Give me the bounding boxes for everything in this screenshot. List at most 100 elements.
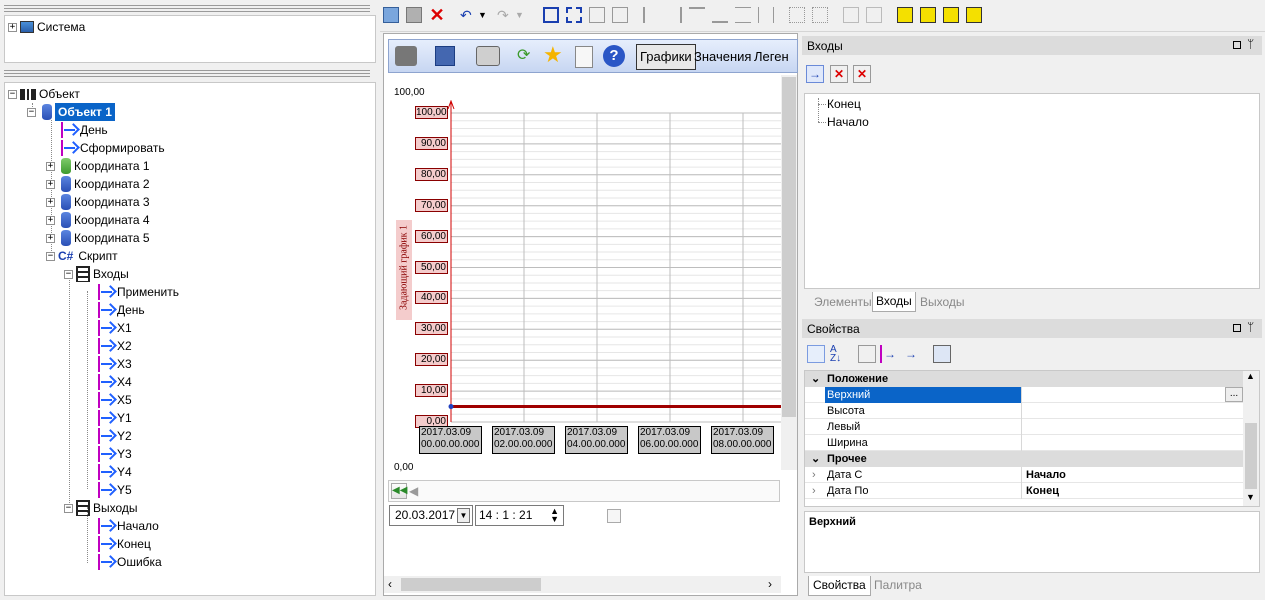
vertical-scrollbar[interactable] <box>781 75 797 470</box>
tab-graphs[interactable]: Графики <box>636 44 696 70</box>
refresh-icon[interactable]: ⟳ <box>517 48 531 64</box>
property-category[interactable]: ⌄ Положение <box>805 371 1243 387</box>
distribute-icon[interactable] <box>812 7 828 23</box>
time-input[interactable]: 14 : 1 : 21 ▲ ▼ <box>475 505 564 526</box>
tree-node-object[interactable]: − Объект <box>8 85 80 103</box>
expand-icon[interactable]: + <box>8 22 17 32</box>
property-row[interactable]: › Дата По Конец <box>805 483 1243 499</box>
vertical-scrollbar[interactable]: ▲ ▼ <box>1243 371 1259 506</box>
align-right-icon[interactable] <box>666 7 682 23</box>
spacing-icon[interactable] <box>843 7 859 23</box>
delete-icon[interactable]: ✕ <box>830 65 848 83</box>
align-top-icon[interactable] <box>689 7 705 23</box>
expand-icon[interactable]: + <box>46 197 55 207</box>
property-row[interactable]: Ширина <box>805 435 1243 451</box>
align-bottom-icon[interactable] <box>712 7 728 23</box>
property-row[interactable]: Левый <box>805 419 1243 435</box>
panel-grip[interactable] <box>4 5 370 13</box>
tree-node-coordinate[interactable]: + Координата 1 <box>46 157 150 175</box>
rewind-button[interactable]: ◀◀ <box>391 483 407 499</box>
redo-icon[interactable]: ↷ <box>497 7 513 23</box>
tree-node-object-1[interactable]: − Объект 1 <box>27 103 115 121</box>
bring-forward-icon[interactable] <box>943 7 959 23</box>
chevron-down-icon[interactable]: ▼ <box>457 508 470 523</box>
tree-node-input[interactable]: Y2 <box>98 427 132 445</box>
tree-node-input[interactable]: Y5 <box>98 481 132 499</box>
undo-icon[interactable]: ↶ <box>460 7 476 23</box>
tree-node-input[interactable]: Y3 <box>98 445 132 463</box>
property-value[interactable] <box>1023 387 1243 403</box>
restore-icon[interactable] <box>1233 324 1241 332</box>
sort-az-icon[interactable]: A Z↓ <box>830 345 848 364</box>
tree-node-output[interactable]: Ошибка <box>98 553 162 571</box>
tree-node-script[interactable]: − C# Скрипт <box>46 247 118 265</box>
star-icon[interactable]: ★ <box>543 44 565 66</box>
tree-node-input[interactable]: День <box>61 121 108 139</box>
spacing-icon[interactable] <box>866 7 882 23</box>
expand-icon[interactable]: + <box>46 179 55 189</box>
delete-icon[interactable]: ✕ <box>429 6 445 24</box>
chevron-right-icon[interactable]: › <box>812 467 816 483</box>
expand-icon[interactable]: + <box>46 161 55 171</box>
tree-node-input[interactable]: X1 <box>98 319 132 337</box>
properties-icon[interactable] <box>858 345 876 363</box>
send-backward-icon[interactable] <box>966 7 982 23</box>
help-icon[interactable]: ? <box>603 45 625 67</box>
tree-node-coordinate[interactable]: + Координата 5 <box>46 229 150 247</box>
list-item[interactable]: Конец <box>827 97 861 111</box>
export-icon[interactable] <box>575 46 593 68</box>
chevron-down-icon[interactable]: ▼ <box>1246 492 1255 502</box>
tree-node-input[interactable]: X3 <box>98 355 132 373</box>
align-middle-icon[interactable] <box>758 7 774 23</box>
chevron-left-icon[interactable]: ‹ <box>388 577 392 591</box>
horizontal-scrollbar[interactable]: ‹ › <box>384 576 781 593</box>
tree-node-input[interactable]: X4 <box>98 373 132 391</box>
tree-node-output[interactable]: Конец <box>98 535 151 553</box>
property-value[interactable] <box>1023 435 1243 451</box>
camera-icon[interactable] <box>395 46 417 66</box>
align-group-icon[interactable] <box>612 7 628 23</box>
tab-outputs[interactable]: Выходы <box>920 295 965 309</box>
tab-legend[interactable]: Леген <box>754 45 798 69</box>
bring-front-icon[interactable] <box>897 7 913 23</box>
chevron-right-icon[interactable]: › <box>812 483 816 499</box>
tab-properties[interactable]: Свойства <box>808 576 871 596</box>
collapse-icon[interactable]: − <box>27 107 36 117</box>
collapse-icon[interactable]: − <box>8 89 17 99</box>
collapse-icon[interactable]: − <box>64 269 73 279</box>
chevron-down-icon[interactable]: ⌄ <box>811 371 820 387</box>
property-value[interactable]: Конец <box>1023 483 1243 499</box>
property-value[interactable] <box>1023 419 1243 435</box>
categorized-icon[interactable] <box>807 345 825 363</box>
group-select-icon[interactable] <box>543 7 559 23</box>
tree-node-outputs-group[interactable]: − Выходы <box>64 499 138 517</box>
align-group-icon[interactable] <box>589 7 605 23</box>
ungroup-icon[interactable] <box>566 7 582 23</box>
tab-palette[interactable]: Палитра <box>874 578 922 592</box>
output-arrow-icon[interactable]: → <box>902 345 920 363</box>
tree-node-input[interactable]: Y4 <box>98 463 132 481</box>
tree-node-system[interactable]: + Система <box>8 18 85 36</box>
tab-elements[interactable]: Элементы <box>814 295 872 309</box>
tree-node-input[interactable]: День <box>98 301 145 319</box>
collapse-icon[interactable]: − <box>64 503 73 513</box>
copy-icon[interactable] <box>383 7 399 23</box>
chevron-down-icon[interactable]: ⌄ <box>811 451 820 467</box>
add-input-icon[interactable]: → <box>806 65 824 83</box>
chevron-up-icon[interactable]: ▲ <box>1246 371 1255 381</box>
panel-grip[interactable] <box>4 70 370 78</box>
property-pages-icon[interactable] <box>933 345 951 363</box>
input-arrow-icon[interactable]: → <box>880 345 898 363</box>
list-item[interactable]: Начало <box>827 115 869 129</box>
scrollbar-thumb[interactable] <box>1245 423 1257 489</box>
tree-node-coordinate[interactable]: + Координата 4 <box>46 211 150 229</box>
chevron-down-icon[interactable]: ▼ <box>478 7 494 23</box>
save-icon[interactable] <box>435 46 455 66</box>
chevron-down-icon[interactable]: ▼ <box>515 7 531 23</box>
expand-icon[interactable]: + <box>46 215 55 225</box>
align-left-icon[interactable] <box>643 7 659 23</box>
align-center-icon[interactable] <box>735 7 751 23</box>
ellipsis-button[interactable]: ... <box>1225 387 1243 402</box>
step-back-icon[interactable]: ◀ <box>409 483 423 499</box>
tree-node-input[interactable]: Применить <box>98 283 179 301</box>
